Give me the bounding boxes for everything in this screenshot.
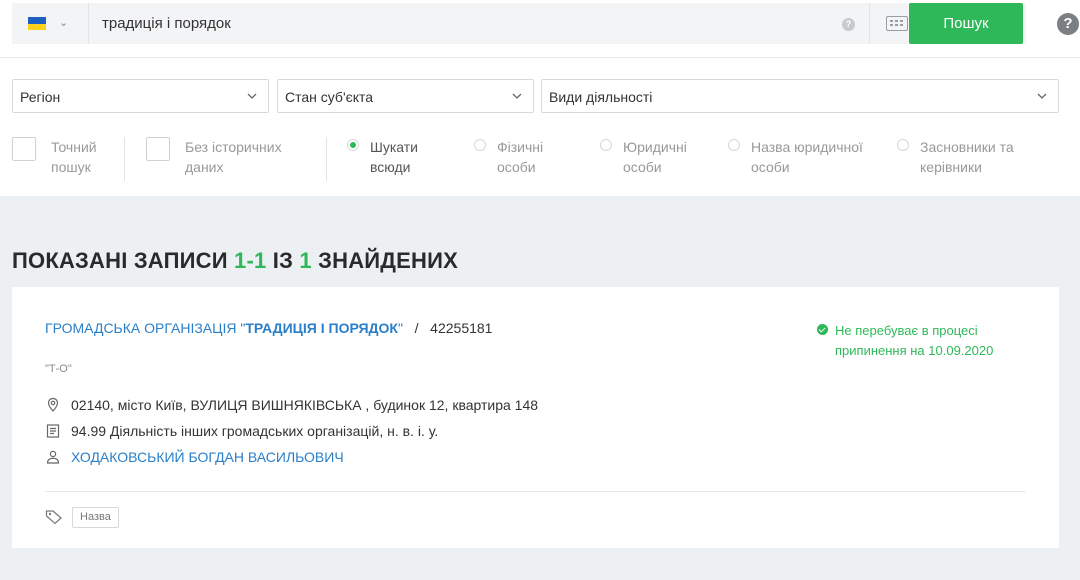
person-icon xyxy=(46,450,60,464)
info-icon[interactable]: ? xyxy=(842,18,855,31)
search-panel: ⌄ ? Пошук ? Регіон Стан суб'єкта Види ді… xyxy=(0,0,1080,196)
help-icon[interactable]: ? xyxy=(1057,13,1079,35)
no-history-checkbox[interactable] xyxy=(146,137,170,161)
legal-name-radio[interactable] xyxy=(728,139,740,151)
chevron-down-icon: ⌄ xyxy=(59,17,69,29)
search-button[interactable]: Пошук xyxy=(909,3,1023,44)
check-circle-icon xyxy=(817,324,828,335)
keyboard-icon[interactable] xyxy=(886,16,908,31)
activities-select-label: Види діяльності xyxy=(549,89,653,105)
location-pin-icon xyxy=(47,397,59,412)
results-heading: ПОКАЗАНІ ЗАПИСИ 1-1 ІЗ 1 ЗНАЙДЕНИХ xyxy=(12,248,459,273)
divider xyxy=(326,137,327,181)
divider xyxy=(88,3,89,44)
no-history-label: Без історичних даних xyxy=(185,139,282,175)
org-name-link[interactable]: ГРОМАДСЬКА ОРГАНІЗАЦІЯ "ТРАДИЦІЯ І ПОРЯД… xyxy=(45,320,403,336)
org-code: 42255181 xyxy=(430,320,493,336)
search-input[interactable] xyxy=(102,3,822,44)
divider xyxy=(0,57,1080,58)
chevron-down-icon xyxy=(247,93,257,99)
exact-search-checkbox[interactable] xyxy=(12,137,36,161)
legal-entities-label: Юридичні особи xyxy=(623,139,687,175)
org-title-line: ГРОМАДСЬКА ОРГАНІЗАЦІЯ "ТРАДИЦІЯ І ПОРЯД… xyxy=(45,320,492,336)
search-everywhere-label: Шукати всюди xyxy=(370,139,418,175)
founders-label: Засновники та керівники xyxy=(920,139,1014,175)
country-selector[interactable]: ⌄ xyxy=(12,3,88,44)
search-everywhere-radio[interactable] xyxy=(347,139,359,151)
legal-name-label: Назва юридичної особи xyxy=(751,139,863,175)
divider xyxy=(124,137,125,181)
search-bar: ⌄ ? xyxy=(12,3,1026,44)
divider xyxy=(45,491,1026,492)
activities-select[interactable]: Види діяльності xyxy=(541,79,1059,113)
document-list-icon xyxy=(46,424,60,438)
status-badge: Не перебуває в процесі припинення на 10.… xyxy=(817,321,1017,361)
entity-state-select[interactable]: Стан суб'єкта xyxy=(277,79,534,113)
title-separator: / xyxy=(414,320,419,336)
activity-text: 94.99 Діяльність інших громадських орган… xyxy=(71,423,439,439)
tag-icon xyxy=(45,510,62,525)
founders-radio[interactable] xyxy=(897,139,909,151)
address-text: 02140, місто Київ, ВУЛИЦЯ ВИШНЯКІВСЬКА ,… xyxy=(71,397,539,413)
divider xyxy=(869,3,870,44)
individuals-label: Фізичні особи xyxy=(497,139,544,175)
legal-entities-radio[interactable] xyxy=(600,139,612,151)
head-person-link[interactable]: ХОДАКОВСЬКИЙ БОГДАН ВАСИЛЬОВИЧ xyxy=(71,447,344,467)
match-tag: Назва xyxy=(72,507,119,528)
exact-search-label: Точний пошук xyxy=(51,139,97,175)
individuals-radio[interactable] xyxy=(474,139,486,151)
region-select[interactable]: Регіон xyxy=(12,79,269,113)
result-card: ГРОМАДСЬКА ОРГАНІЗАЦІЯ "ТРАДИЦІЯ І ПОРЯД… xyxy=(12,287,1059,548)
short-name: "Т-О" xyxy=(45,363,72,375)
chevron-down-icon xyxy=(1037,93,1047,99)
region-select-label: Регіон xyxy=(20,89,61,105)
chevron-down-icon xyxy=(512,93,522,99)
entity-state-select-label: Стан суб'єкта xyxy=(285,89,374,105)
ukraine-flag-icon xyxy=(28,17,46,30)
